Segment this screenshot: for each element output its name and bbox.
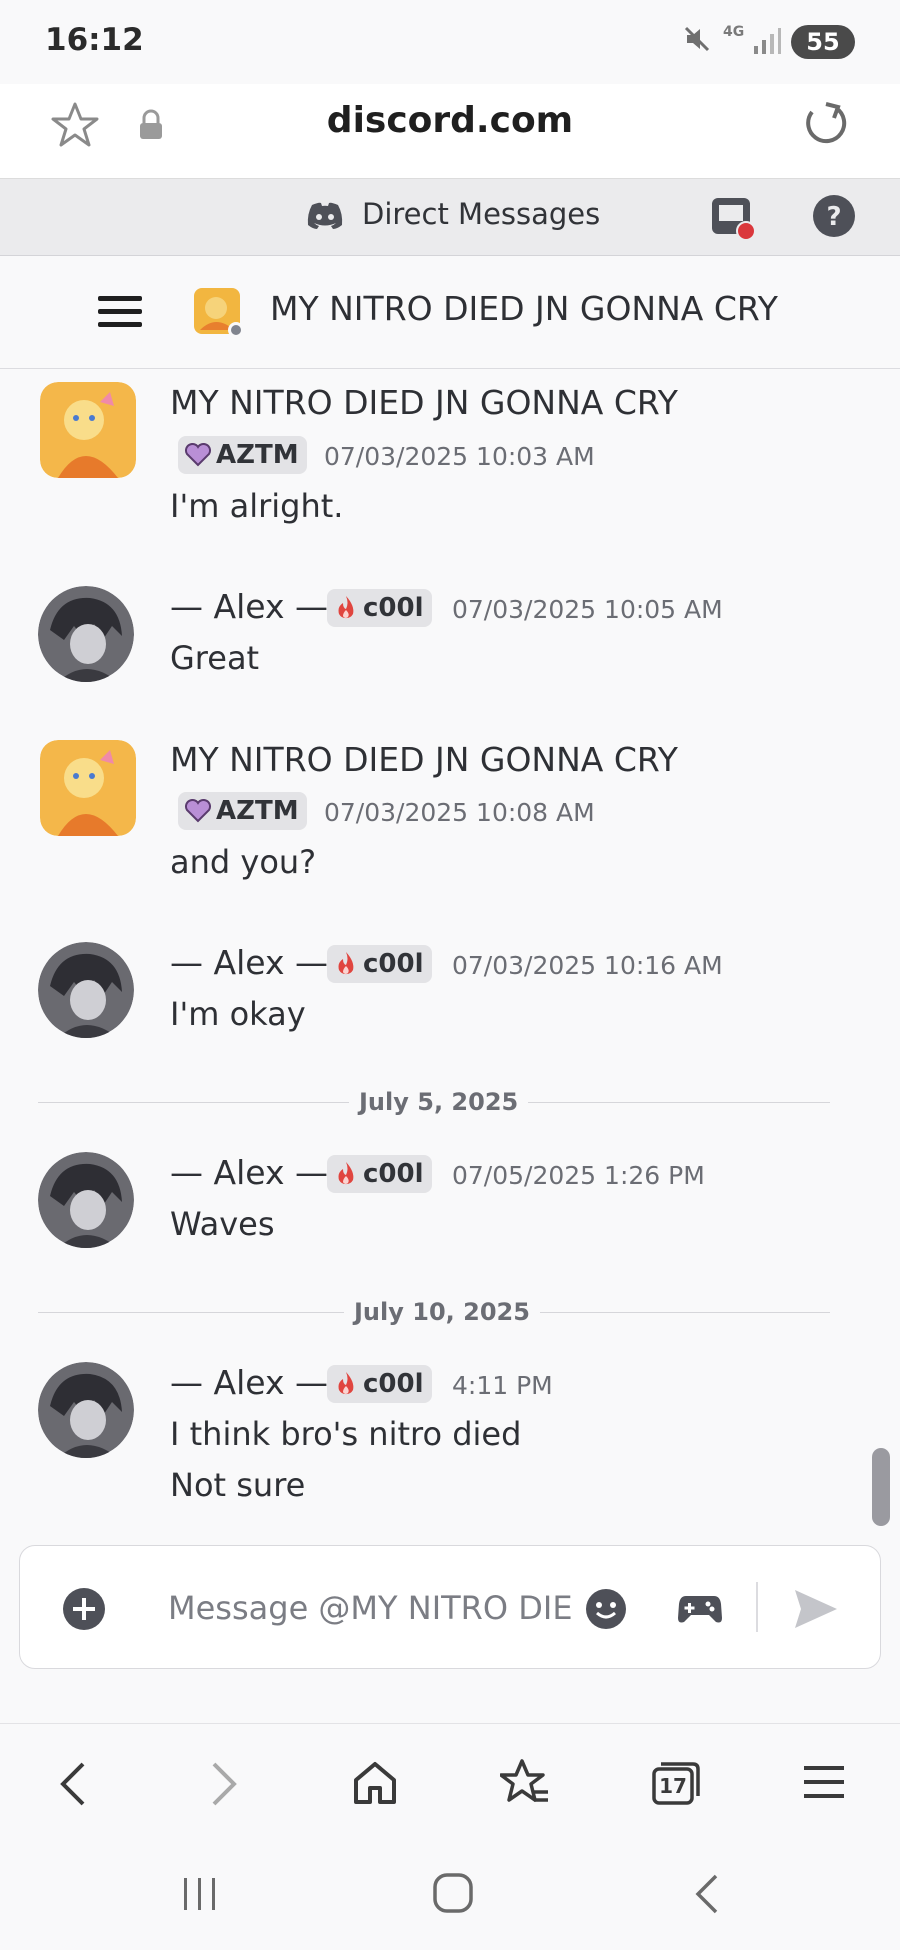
guild-tag-label: c00l — [363, 1159, 424, 1189]
emoji-icon[interactable] — [585, 1588, 627, 1634]
avatar[interactable] — [38, 586, 134, 682]
message-author[interactable]: MY NITRO DIED JN GONNA CRY — [170, 740, 678, 779]
message-text: Not sure — [170, 1466, 306, 1504]
tabs-icon[interactable]: 17 — [651, 1760, 701, 1806]
avatar[interactable] — [38, 1362, 134, 1458]
message-text: I'm alright. — [170, 487, 344, 525]
flame-icon — [338, 952, 354, 975]
message-timestamp: 07/05/2025 1:26 PM — [452, 1161, 705, 1190]
guild-tag-label: AZTM — [216, 796, 299, 826]
message-text: Waves — [170, 1205, 275, 1243]
heart-icon — [184, 799, 212, 823]
back-icon[interactable] — [55, 1760, 89, 1812]
browser-nav-bar — [0, 1723, 900, 1839]
back-icon[interactable] — [690, 1872, 724, 1920]
scrollbar-thumb[interactable] — [872, 1448, 890, 1526]
tab-count: 17 — [659, 1774, 687, 1798]
discord-logo-icon — [306, 201, 344, 235]
avatar[interactable] — [38, 1152, 134, 1248]
recents-icon[interactable] — [180, 1874, 220, 1918]
signal-icon — [752, 26, 782, 60]
mute-icon — [682, 24, 712, 60]
home-icon[interactable] — [432, 1872, 474, 1918]
menu-icon[interactable] — [804, 1762, 844, 1806]
flame-icon — [338, 596, 354, 619]
send-icon[interactable] — [793, 1588, 839, 1634]
guild-tag-label: c00l — [363, 593, 424, 623]
avatar[interactable] — [38, 942, 134, 1038]
message-author[interactable]: — Alex — — [170, 1363, 328, 1402]
message-author[interactable]: MY NITRO DIED JN GONNA CRY — [170, 383, 678, 422]
date-divider-label: July 5, 2025 — [349, 1088, 529, 1116]
battery-icon: 55 — [791, 25, 855, 59]
message-author[interactable]: — Alex — — [170, 587, 328, 626]
guild-tag[interactable]: c00l — [327, 945, 432, 983]
message-timestamp: 07/03/2025 10:08 AM — [324, 798, 595, 827]
guild-tag-label: AZTM — [216, 440, 299, 470]
gamepad-icon[interactable] — [678, 1588, 722, 1632]
guild-tag-label: c00l — [363, 949, 424, 979]
message-text: I'm okay — [170, 995, 306, 1033]
flame-icon — [338, 1372, 354, 1395]
message-author[interactable]: — Alex — — [170, 943, 328, 982]
date-divider-label: July 10, 2025 — [344, 1298, 540, 1326]
guild-tag[interactable]: AZTM — [178, 436, 307, 474]
message-author[interactable]: — Alex — — [170, 1153, 328, 1192]
composer-separator — [756, 1582, 758, 1632]
url-text[interactable]: discord.com — [0, 100, 900, 141]
message-timestamp: 07/03/2025 10:03 AM — [324, 442, 595, 471]
reload-icon[interactable] — [800, 98, 850, 152]
heart-icon — [184, 443, 212, 467]
message-text: Great — [170, 639, 260, 677]
inbox-icon[interactable] — [710, 196, 758, 246]
message-timestamp: 4:11 PM — [452, 1371, 553, 1400]
guild-tag[interactable]: c00l — [327, 589, 432, 627]
dm-title[interactable]: Direct Messages — [362, 197, 600, 231]
network-type: 4G — [723, 24, 745, 40]
message-timestamp: 07/03/2025 10:05 AM — [452, 595, 723, 624]
guild-tag-label: c00l — [363, 1369, 424, 1399]
forward-icon[interactable] — [208, 1760, 242, 1812]
help-icon[interactable]: ? — [812, 194, 856, 242]
guild-tag[interactable]: c00l — [327, 1155, 432, 1193]
add-icon[interactable] — [62, 1587, 106, 1635]
menu-icon[interactable] — [98, 294, 142, 334]
bookmarks-icon[interactable] — [499, 1758, 550, 1810]
flame-icon — [338, 1162, 354, 1185]
status-time: 16:12 — [45, 22, 144, 58]
avatar[interactable] — [192, 286, 248, 346]
avatar[interactable] — [40, 740, 136, 836]
message-timestamp: 07/03/2025 10:16 AM — [452, 951, 723, 980]
battery-level: 55 — [806, 28, 840, 56]
guild-tag[interactable]: AZTM — [178, 792, 307, 830]
message-text: I think bro's nitro died — [170, 1415, 522, 1453]
home-icon[interactable] — [352, 1760, 398, 1810]
message-text: and you? — [170, 843, 317, 881]
message-input[interactable] — [168, 1583, 572, 1633]
avatar[interactable] — [40, 382, 136, 478]
svg-text:?: ? — [826, 202, 841, 232]
channel-name[interactable]: MY NITRO DIED JN GONNA CRY — [270, 289, 778, 328]
guild-tag[interactable]: c00l — [327, 1365, 432, 1403]
